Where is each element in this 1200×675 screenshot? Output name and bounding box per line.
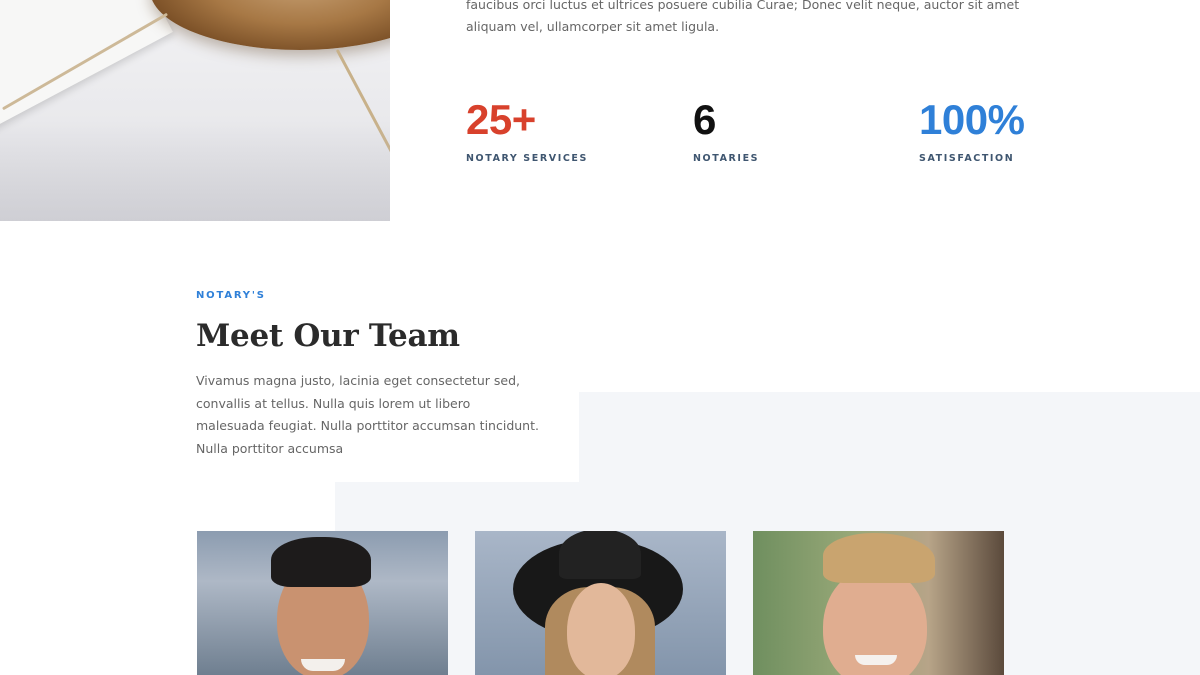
stat-notary-services: 25+ NOTARY SERVICES	[466, 96, 588, 164]
smile	[301, 659, 345, 671]
stat-notaries: 6 NOTARIES	[693, 96, 759, 164]
face	[567, 583, 635, 675]
stats-row: 25+ NOTARY SERVICES 6 NOTARIES 100% SATI…	[466, 96, 1166, 176]
team-member-card[interactable]	[753, 531, 1004, 675]
document-paper	[0, 0, 173, 136]
stat-label: NOTARIES	[693, 153, 760, 164]
stat-value: 100%	[919, 96, 1025, 143]
section-title: Meet Our Team	[196, 318, 460, 354]
stat-label: SATISFACTION	[919, 153, 1015, 164]
stat-value: 6	[693, 96, 716, 143]
wooden-stamp	[150, 0, 390, 50]
team-member-card[interactable]	[475, 531, 726, 675]
hero-photo	[0, 0, 390, 221]
photo-shade	[0, 120, 390, 221]
hair	[823, 533, 935, 583]
stat-value: 25+	[466, 96, 536, 143]
team-member-card[interactable]	[197, 531, 448, 675]
stat-satisfaction: 100% SATISFACTION	[919, 96, 1025, 164]
section-eyebrow: NOTARY'S	[196, 290, 266, 301]
smile	[855, 655, 897, 665]
intro-paragraph: faucibus orci luctus et ultrices posuere…	[466, 0, 1020, 34]
stat-label: NOTARY SERVICES	[466, 153, 588, 164]
hair	[271, 537, 371, 587]
hat-crown	[559, 531, 641, 579]
section-description: Vivamus magna justo, lacinia eget consec…	[196, 373, 539, 456]
